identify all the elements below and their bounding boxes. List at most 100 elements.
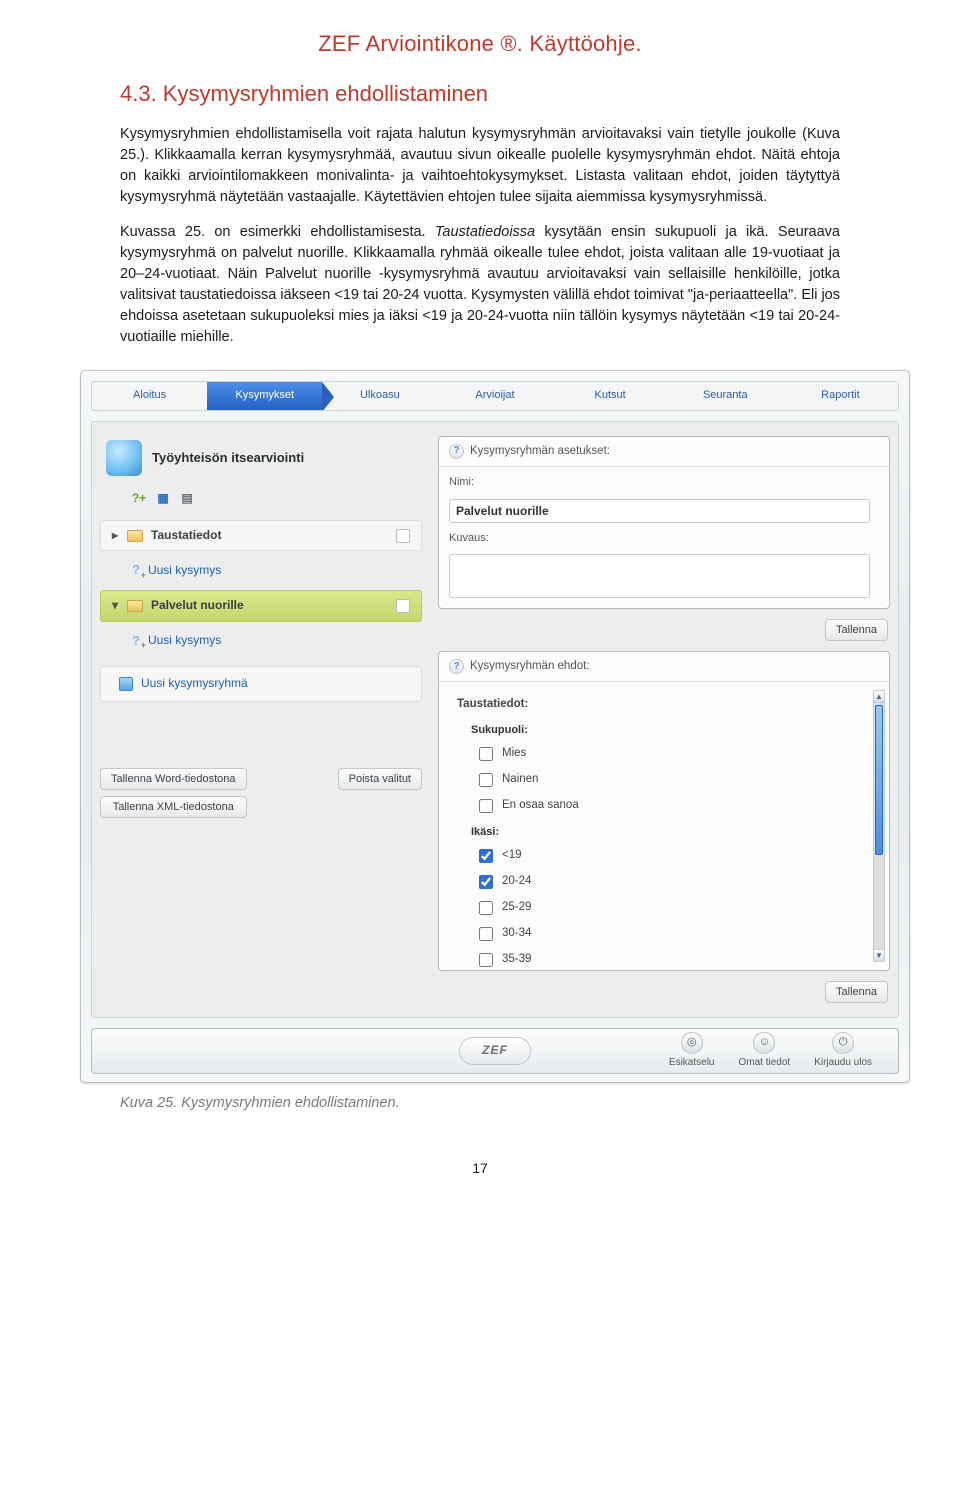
profile-action[interactable]: ☺ Omat tiedot (738, 1032, 790, 1071)
cond-option-label: 30-34 (502, 925, 531, 942)
cond-gender-option[interactable]: Nainen (449, 767, 879, 793)
tab-seuranta[interactable]: Seuranta (668, 382, 783, 410)
folder-open-icon (127, 600, 143, 612)
power-icon: ⏻ (832, 1032, 854, 1054)
cond-age-option[interactable]: 30-34 (449, 921, 879, 947)
folder-icon (127, 530, 143, 542)
tab-raportit[interactable]: Raportit (783, 382, 898, 410)
preview-label: Esikatselu (669, 1056, 715, 1071)
tab-aloitus[interactable]: Aloitus (92, 382, 207, 410)
new-question-under-g2[interactable]: ?+ Uusi kysymys (100, 628, 422, 655)
group-label: Palvelut nuorille (151, 597, 244, 614)
figure-caption: Kuva 25. Kysymysryhmien ehdollistaminen. (120, 1093, 840, 1114)
misc-icon[interactable]: ▤ (178, 490, 196, 508)
tab-kysymykset[interactable]: Kysymykset (207, 382, 322, 410)
save-settings-button[interactable]: Tallenna (825, 619, 888, 641)
name-label: Nimi: (449, 475, 879, 491)
cond-gender-option[interactable]: Mies (449, 741, 879, 767)
cond-age-option[interactable]: 25-29 (449, 895, 879, 921)
settings-panel-title: Kysymysryhmän asetukset: (470, 443, 610, 460)
scroll-down-icon[interactable]: ▼ (874, 949, 884, 961)
app-bottom-bar: ZEF ◎ Esikatselu ☺ Omat tiedot ⏻ Kirjaud… (91, 1028, 899, 1074)
profile-icon: ☺ (753, 1032, 775, 1054)
group-label: Taustatiedot (151, 527, 221, 544)
new-question-label: Uusi kysymys (148, 632, 221, 649)
cond-option-label: 35-39 (502, 951, 531, 968)
add-question-icon[interactable]: ?+ (130, 490, 148, 508)
help-icon[interactable]: ? (449, 444, 464, 459)
main-canvas: Työyhteisön itsearviointi ?+ ▦ ▤ ▸ Taust… (91, 421, 899, 1018)
group-row-taustatiedot[interactable]: ▸ Taustatiedot (100, 520, 422, 551)
section-paragraph-1: Kysymysryhmien ehdollistamisella voit ra… (120, 124, 840, 208)
checkbox[interactable] (479, 901, 493, 915)
preview-action[interactable]: ◎ Esikatselu (669, 1032, 715, 1071)
evaluation-header: Työyhteisön itsearviointi (100, 436, 422, 484)
caret-right-icon: ▸ (111, 527, 119, 544)
group-row-palvelut-nuorille[interactable]: ▾ Palvelut nuorille (100, 590, 422, 621)
group-desc-input[interactable] (449, 554, 870, 598)
page-chip-icon[interactable] (396, 599, 410, 613)
save-xml-button[interactable]: Tallenna XML-tiedostona (100, 796, 247, 818)
calendar-icon[interactable]: ▦ (154, 490, 172, 508)
checkbox[interactable] (479, 747, 493, 761)
group-icon (119, 677, 133, 691)
para2-tail: kysytään ensin sukupuoli ja ikä. Seuraav… (120, 224, 840, 345)
desc-label: Kuvaus: (449, 531, 879, 547)
new-question-label: Uusi kysymys (148, 562, 221, 579)
question-plus-icon: ?+ (132, 561, 140, 580)
cond-age-label: Ikäsi: (449, 819, 879, 843)
cond-age-option[interactable]: 35-39 (449, 947, 879, 973)
left-column: Työyhteisön itsearviointi ?+ ▦ ▤ ▸ Taust… (96, 430, 426, 824)
section-heading: 4.3. Kysymysryhmien ehdollistaminen (120, 78, 840, 110)
help-icon[interactable]: ? (449, 659, 464, 674)
question-plus-icon: ?+ (132, 632, 140, 651)
app-screenshot: Aloitus Kysymykset Ulkoasu Arvioijat Kut… (80, 370, 910, 1083)
cond-option-label: Nainen (502, 771, 538, 788)
tab-kutsut[interactable]: Kutsut (553, 382, 668, 410)
group-settings-panel: ? Kysymysryhmän asetukset: Nimi: Kuvaus: (438, 436, 890, 610)
conditions-scrollbar[interactable]: ▲ ▼ (873, 690, 885, 962)
cond-option-label: <19 (502, 847, 522, 864)
brand-pill: ZEF (459, 1037, 531, 1064)
cond-gender-option[interactable]: En osaa sanoa (449, 793, 879, 819)
delete-selected-button[interactable]: Poista valitut (338, 768, 422, 790)
section-paragraph-2: Kuvassa 25. on esimerkki ehdollistamises… (120, 222, 840, 348)
checkbox[interactable] (479, 927, 493, 941)
scroll-up-icon[interactable]: ▲ (874, 691, 884, 703)
scroll-thumb[interactable] (875, 705, 883, 855)
group-name-input[interactable] (449, 499, 870, 523)
logout-action[interactable]: ⏻ Kirjaudu ulos (814, 1032, 872, 1071)
checkbox[interactable] (479, 875, 493, 889)
checkbox[interactable] (479, 953, 493, 967)
page-number: 17 (120, 1158, 840, 1178)
cond-source-section: Taustatiedot: (449, 690, 879, 717)
checkbox[interactable] (479, 849, 493, 863)
new-group-row[interactable]: Uusi kysymysryhmä (100, 666, 422, 701)
right-column: ? Kysymysryhmän asetukset: Nimi: Kuvaus:… (438, 430, 894, 1009)
new-group-label: Uusi kysymysryhmä (141, 675, 248, 692)
new-question-under-g1[interactable]: ?+ Uusi kysymys (100, 557, 422, 584)
cond-age-option[interactable]: <19 (449, 843, 879, 869)
para2-lead: Kuvassa 25. on esimerkki ehdollistamises… (120, 224, 435, 240)
page-chip-icon[interactable] (396, 529, 410, 543)
logout-label: Kirjaudu ulos (814, 1056, 872, 1071)
profile-label: Omat tiedot (738, 1056, 790, 1071)
cond-age-option[interactable]: 20-24 (449, 869, 879, 895)
left-footer: Tallenna Word-tiedostona Tallenna XML-ti… (100, 708, 422, 818)
cond-option-label: 25-29 (502, 899, 531, 916)
evaluation-logo-icon (106, 440, 142, 476)
checkbox[interactable] (479, 799, 493, 813)
mini-toolbar: ?+ ▦ ▤ (100, 490, 422, 514)
cond-option-label: Mies (502, 745, 526, 762)
main-tabstrip: Aloitus Kysymykset Ulkoasu Arvioijat Kut… (91, 381, 899, 411)
checkbox[interactable] (479, 773, 493, 787)
cond-option-label: 20-24 (502, 873, 531, 890)
cond-option-label: En osaa sanoa (502, 797, 579, 814)
save-conditions-button[interactable]: Tallenna (825, 981, 888, 1003)
para2-italic: Taustatiedoissa (435, 224, 535, 240)
cond-gender-label: Sukupuoli: (449, 717, 879, 741)
tab-ulkoasu[interactable]: Ulkoasu (322, 382, 437, 410)
doc-header: ZEF Arviointikone ®. Käyttöohje. (120, 28, 840, 60)
tab-arvioijat[interactable]: Arvioijat (437, 382, 552, 410)
save-word-button[interactable]: Tallenna Word-tiedostona (100, 768, 247, 790)
